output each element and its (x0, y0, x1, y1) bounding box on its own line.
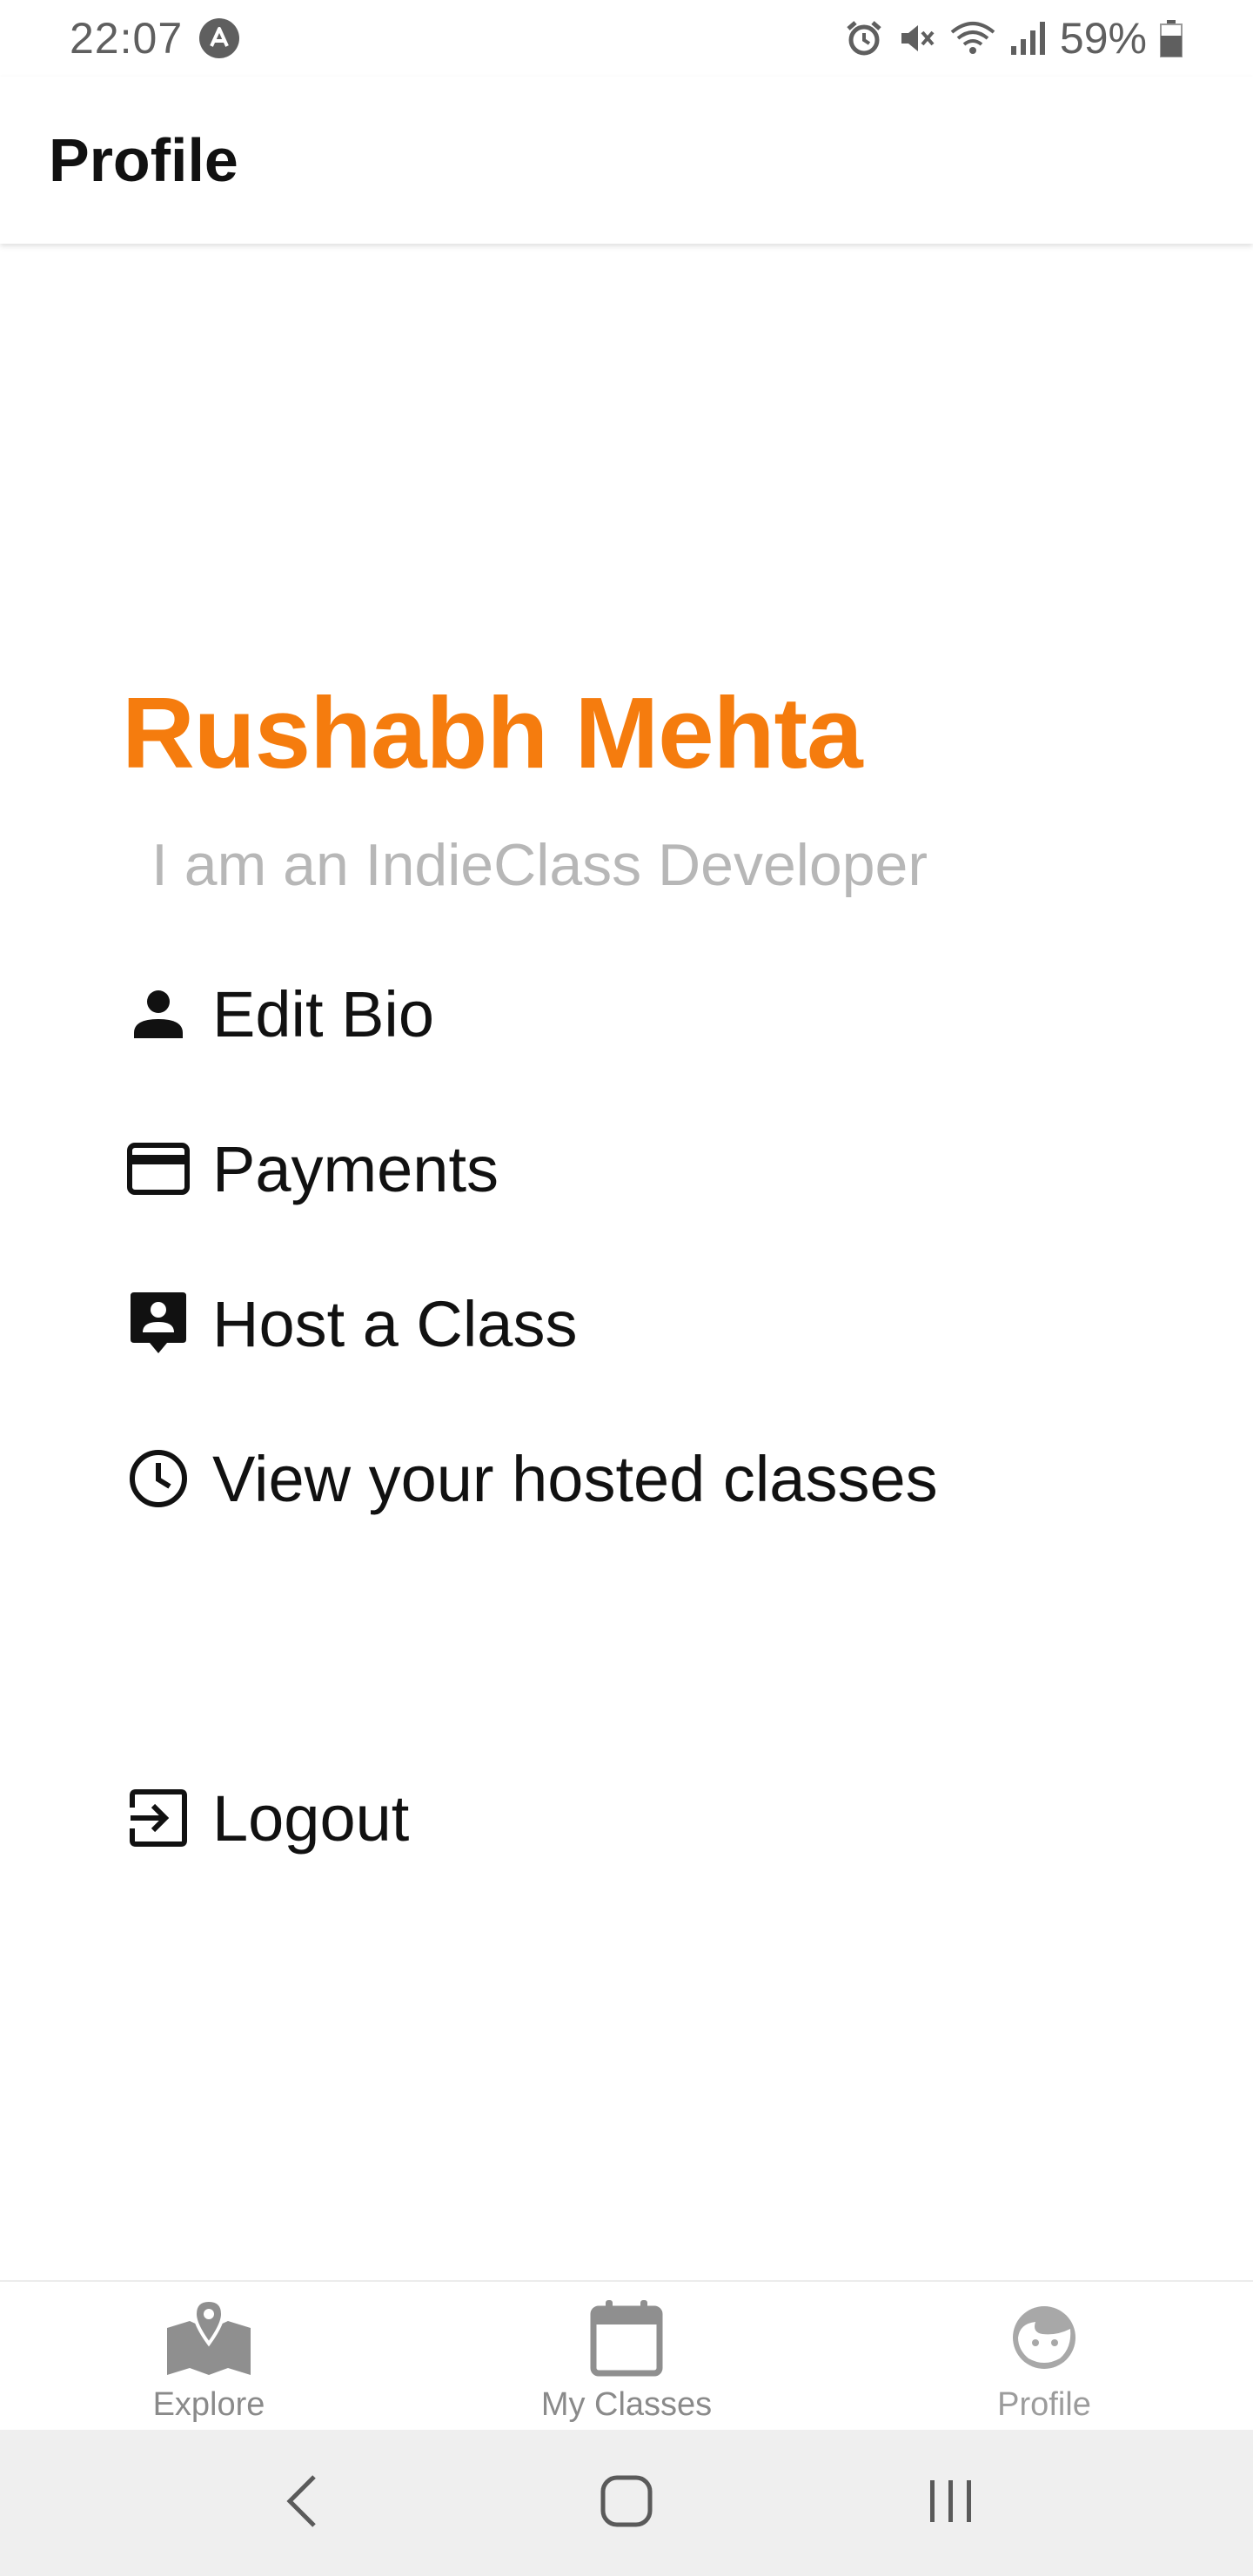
edit-bio-button[interactable]: Edit Bio (122, 966, 1131, 1062)
contact-badge-icon (122, 1287, 195, 1360)
bottom-navigation: Explore My Classes Profile (0, 2280, 1253, 2430)
calendar-icon (579, 2294, 674, 2381)
app-notification-icon (198, 17, 240, 59)
back-button[interactable] (241, 2451, 363, 2555)
logout-button[interactable]: Logout (122, 1770, 1131, 1866)
face-icon (996, 2294, 1092, 2381)
person-icon (122, 977, 195, 1050)
page-title: Profile (49, 126, 238, 194)
map-pin-icon (161, 2294, 257, 2381)
payments-label: Payments (212, 1132, 499, 1205)
host-class-label: Host a Class (212, 1287, 578, 1360)
signal-icon (1009, 18, 1048, 58)
wifi-icon (948, 18, 997, 58)
status-bar-right: 59% (844, 13, 1183, 64)
user-name: Rushabh Mehta (122, 676, 863, 789)
app-bar: Profile (0, 77, 1253, 244)
exit-icon (122, 1781, 195, 1855)
view-hosted-classes-label: View your hosted classes (212, 1442, 938, 1515)
chevron-left-icon (283, 2473, 321, 2533)
system-navigation-bar (0, 2430, 1253, 2576)
host-class-button[interactable]: Host a Class (122, 1276, 1131, 1372)
recent-apps-icon (925, 2475, 977, 2532)
home-button[interactable] (566, 2451, 687, 2555)
credit-card-icon (122, 1132, 195, 1205)
profile-screen: 22:07 59% Profile Rushabh Mehta I am an … (0, 0, 1253, 2576)
clock-icon (122, 1442, 195, 1515)
battery-icon (1159, 18, 1183, 58)
alarm-icon (844, 18, 884, 58)
status-bar: 22:07 59% (0, 0, 1253, 77)
payments-button[interactable]: Payments (122, 1121, 1131, 1217)
nav-tab-explore[interactable]: Explore (0, 2282, 418, 2432)
edit-bio-label: Edit Bio (212, 977, 435, 1050)
nav-label-profile: Profile (997, 2386, 1091, 2423)
home-square-icon (599, 2473, 654, 2533)
nav-tab-profile[interactable]: Profile (835, 2282, 1253, 2432)
status-bar-left: 22:07 (70, 13, 240, 64)
nav-label-my-classes: My Classes (540, 2386, 713, 2423)
user-bio: I am an IndieClass Developer (151, 832, 928, 898)
view-hosted-classes-button[interactable]: View your hosted classes (122, 1431, 1131, 1526)
mute-icon (896, 18, 936, 58)
battery-percent: 59% (1059, 14, 1147, 63)
nav-label-explore: Explore (152, 2386, 265, 2423)
nav-tab-my-classes[interactable]: My Classes (418, 2282, 835, 2432)
status-time: 22:07 (70, 14, 184, 63)
logout-label: Logout (212, 1781, 410, 1855)
recent-apps-button[interactable] (890, 2451, 1012, 2555)
